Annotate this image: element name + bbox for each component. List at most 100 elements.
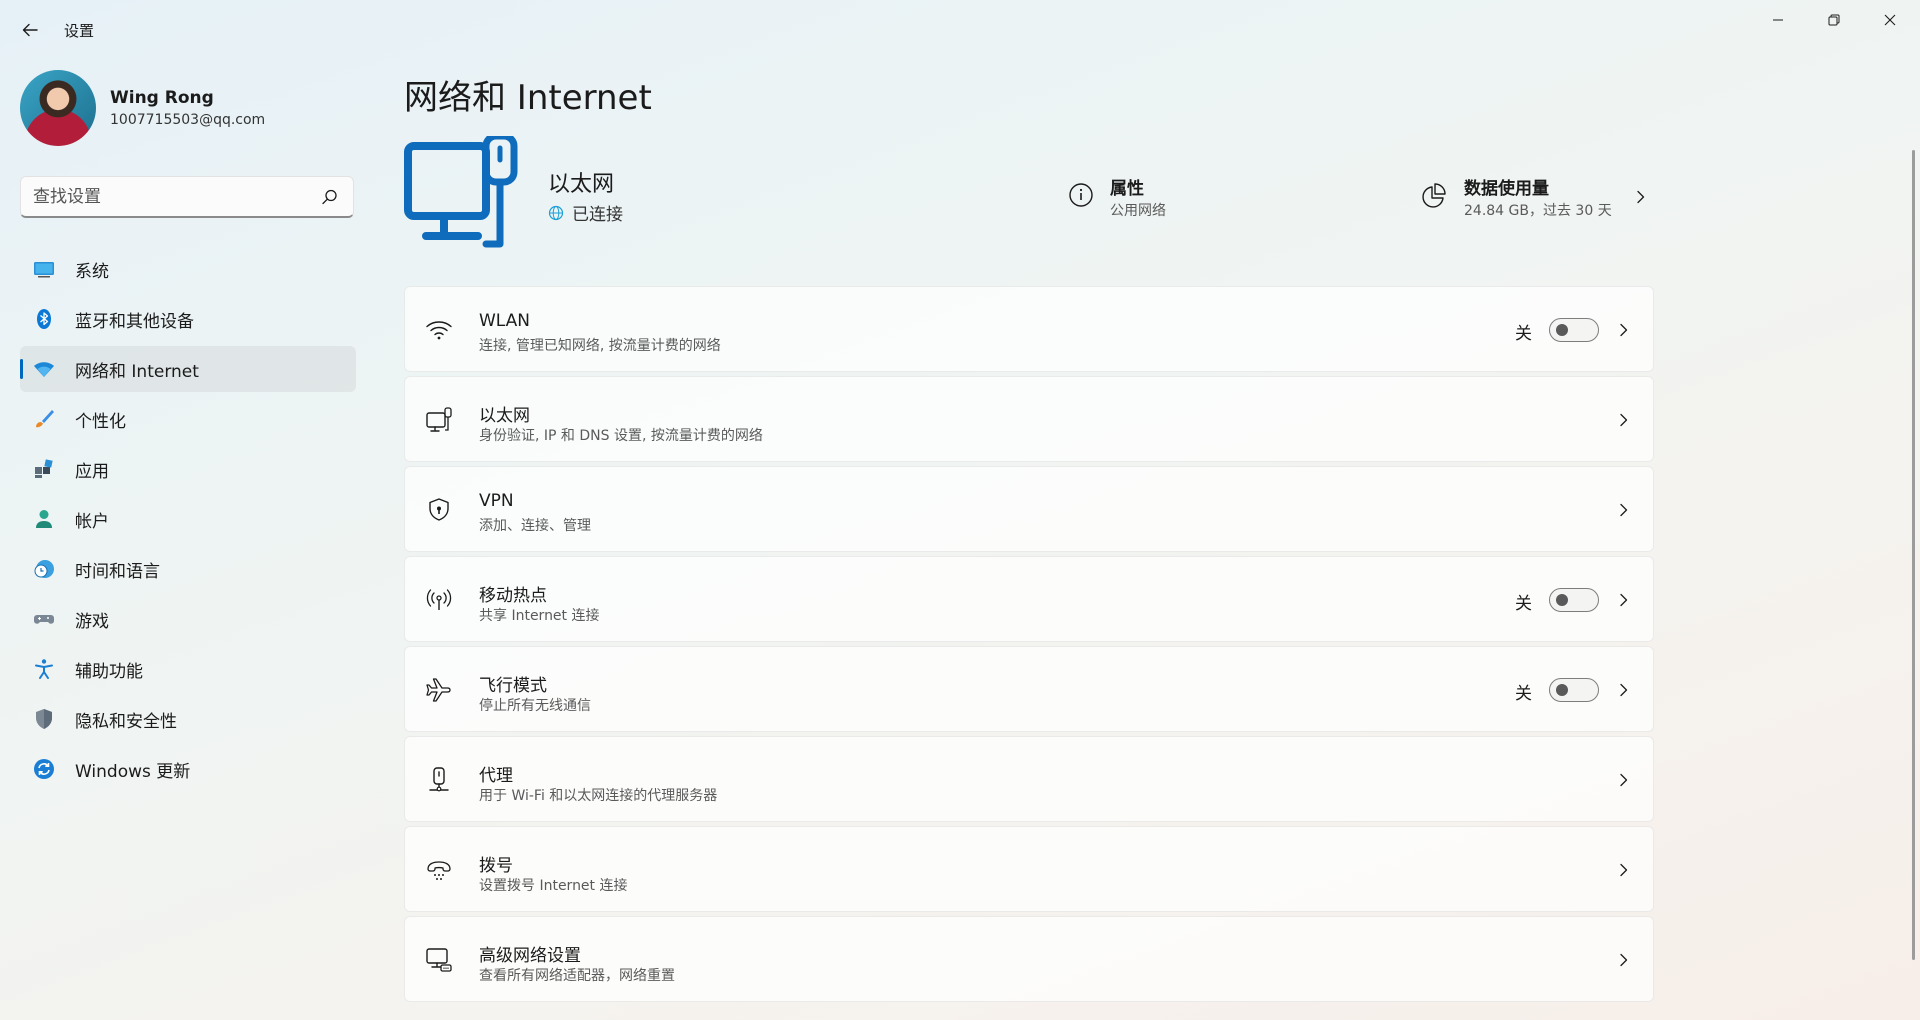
- chevron-right-icon: [1637, 190, 1645, 204]
- dialup-card[interactable]: 拨号 设置拨号 Internet 连接: [404, 826, 1654, 912]
- sidebar-item-label: 游戏: [75, 611, 109, 632]
- connection-status: 已连接: [548, 200, 623, 225]
- globe-icon: [548, 205, 564, 220]
- airplane-icon: [426, 678, 451, 702]
- minimize-button[interactable]: [1750, 0, 1806, 40]
- toggle-state-label: 关: [1515, 324, 1532, 344]
- ethernet-computer-icon: [404, 136, 518, 248]
- chevron-right-icon: [1620, 863, 1628, 877]
- system-icon: [32, 257, 56, 281]
- card-title: 拨号: [479, 856, 513, 876]
- shield-icon: [32, 707, 56, 731]
- sidebar-item-label: 网络和 Internet: [75, 361, 199, 382]
- sidebar-item-label: 时间和语言: [75, 561, 160, 582]
- sidebar-item-system[interactable]: 系统: [20, 246, 356, 292]
- back-button[interactable]: [12, 14, 48, 46]
- sidebar-item-label: 帐户: [75, 511, 109, 532]
- card-subtitle: 用于 Wi-Fi 和以太网连接的代理服务器: [479, 788, 718, 804]
- profile-name: Wing Rong: [110, 88, 214, 108]
- chevron-right-icon: [1620, 503, 1628, 517]
- info-icon: [1069, 183, 1093, 207]
- properties-title: 属性: [1110, 179, 1144, 199]
- toggle-state-label: 关: [1515, 594, 1532, 614]
- card-title: VPN: [479, 491, 514, 511]
- chevron-right-icon: [1620, 413, 1628, 427]
- gamepad-icon: [32, 607, 56, 631]
- sidebar-item-label: 蓝牙和其他设备: [75, 311, 194, 332]
- back-arrow-icon: [22, 23, 38, 37]
- toggle-knob: [1556, 594, 1568, 606]
- connection-status-text: 已连接: [572, 205, 623, 225]
- sidebar-item-accounts[interactable]: 帐户: [20, 496, 356, 542]
- sidebar-item-apps[interactable]: 应用: [20, 446, 356, 492]
- network-properties[interactable]: 属性 公用网络: [1068, 174, 1268, 224]
- data-usage-subtitle: 24.84 GB，过去 30 天: [1464, 203, 1612, 219]
- sidebar-item-network[interactable]: 网络和 Internet: [20, 346, 356, 392]
- sidebar-item-gaming[interactable]: 游戏: [20, 596, 356, 642]
- airplane-mode-card[interactable]: 飞行模式 停止所有无线通信 关: [404, 646, 1654, 732]
- scrollbar[interactable]: [1912, 150, 1915, 960]
- apps-icon: [32, 457, 56, 481]
- settings-list: WLAN 连接, 管理已知网络, 按流量计费的网络 关 以太网 身份验证, IP…: [404, 286, 1654, 1006]
- card-subtitle: 设置拨号 Internet 连接: [479, 878, 628, 894]
- restore-icon: [1828, 14, 1840, 26]
- account-icon: [32, 507, 56, 531]
- card-subtitle: 身份验证, IP 和 DNS 设置, 按流量计费的网络: [479, 428, 763, 444]
- ethernet-icon: [426, 407, 452, 432]
- airplane-mode-toggle[interactable]: [1549, 678, 1599, 702]
- proxy-icon: [429, 767, 449, 792]
- data-usage[interactable]: 数据使用量 24.84 GB，过去 30 天: [1420, 174, 1654, 224]
- card-subtitle: 共享 Internet 连接: [479, 608, 600, 624]
- mobile-hotspot-toggle[interactable]: [1549, 588, 1599, 612]
- accessibility-icon: [32, 657, 56, 681]
- connection-name: 以太网: [548, 172, 615, 197]
- card-title: 以太网: [479, 406, 530, 426]
- minimize-icon: [1773, 19, 1783, 21]
- app-title: 设置: [64, 22, 95, 40]
- sidebar-item-personalization[interactable]: 个性化: [20, 396, 356, 442]
- vpn-shield-icon: [429, 498, 449, 521]
- sidebar-item-bluetooth[interactable]: 蓝牙和其他设备: [20, 296, 356, 342]
- card-title: 高级网络设置: [479, 946, 581, 966]
- properties-subtitle: 公用网络: [1110, 203, 1166, 219]
- sidebar-item-label: 系统: [75, 261, 109, 282]
- sidebar-item-time-language[interactable]: 时间和语言: [20, 546, 356, 592]
- search-input[interactable]: [33, 185, 313, 209]
- sidebar-item-label: 应用: [75, 461, 109, 482]
- restore-button[interactable]: [1806, 0, 1862, 40]
- sidebar-item-windows-update[interactable]: Windows 更新: [20, 746, 356, 792]
- hotspot-icon: [426, 589, 452, 610]
- user-profile[interactable]: Wing Rong 1007715503@qq.com: [20, 70, 360, 146]
- paintbrush-icon: [32, 407, 56, 431]
- dialup-icon: [427, 861, 451, 880]
- close-button[interactable]: [1862, 0, 1918, 40]
- advanced-network-settings-card[interactable]: 高级网络设置 查看所有网络适配器，网络重置: [404, 916, 1654, 1002]
- sidebar-item-label: Windows 更新: [75, 761, 191, 782]
- search-box[interactable]: [20, 176, 354, 218]
- page-title: 网络和 Internet: [404, 78, 652, 118]
- data-usage-title: 数据使用量: [1464, 179, 1549, 199]
- mobile-hotspot-card[interactable]: 移动热点 共享 Internet 连接 关: [404, 556, 1654, 642]
- sidebar-item-label: 辅助功能: [75, 661, 143, 682]
- bluetooth-icon: [32, 307, 56, 331]
- proxy-card[interactable]: 代理 用于 Wi-Fi 和以太网连接的代理服务器: [404, 736, 1654, 822]
- advanced-network-icon: [426, 948, 452, 972]
- search-icon[interactable]: [321, 188, 339, 206]
- wlan-toggle[interactable]: [1549, 318, 1599, 342]
- chevron-right-icon: [1620, 683, 1628, 697]
- chevron-right-icon: [1620, 953, 1628, 967]
- wifi-network-icon: [32, 357, 56, 381]
- sidebar-item-accessibility[interactable]: 辅助功能: [20, 646, 356, 692]
- ethernet-card[interactable]: 以太网 身份验证, IP 和 DNS 设置, 按流量计费的网络: [404, 376, 1654, 462]
- close-icon: [1884, 14, 1896, 26]
- sidebar-nav: 系统 蓝牙和其他设备 网络和 Internet 个性化 应用 帐户 时间和语言 …: [20, 246, 356, 796]
- toggle-knob: [1556, 324, 1568, 336]
- chevron-right-icon: [1620, 593, 1628, 607]
- avatar: [20, 70, 96, 146]
- wlan-card[interactable]: WLAN 连接, 管理已知网络, 按流量计费的网络 关: [404, 286, 1654, 372]
- vpn-card[interactable]: VPN 添加、连接、管理: [404, 466, 1654, 552]
- sidebar-item-privacy[interactable]: 隐私和安全性: [20, 696, 356, 742]
- card-subtitle: 查看所有网络适配器，网络重置: [479, 968, 675, 984]
- card-subtitle: 添加、连接、管理: [479, 518, 591, 534]
- data-usage-pie-icon: [1422, 183, 1446, 208]
